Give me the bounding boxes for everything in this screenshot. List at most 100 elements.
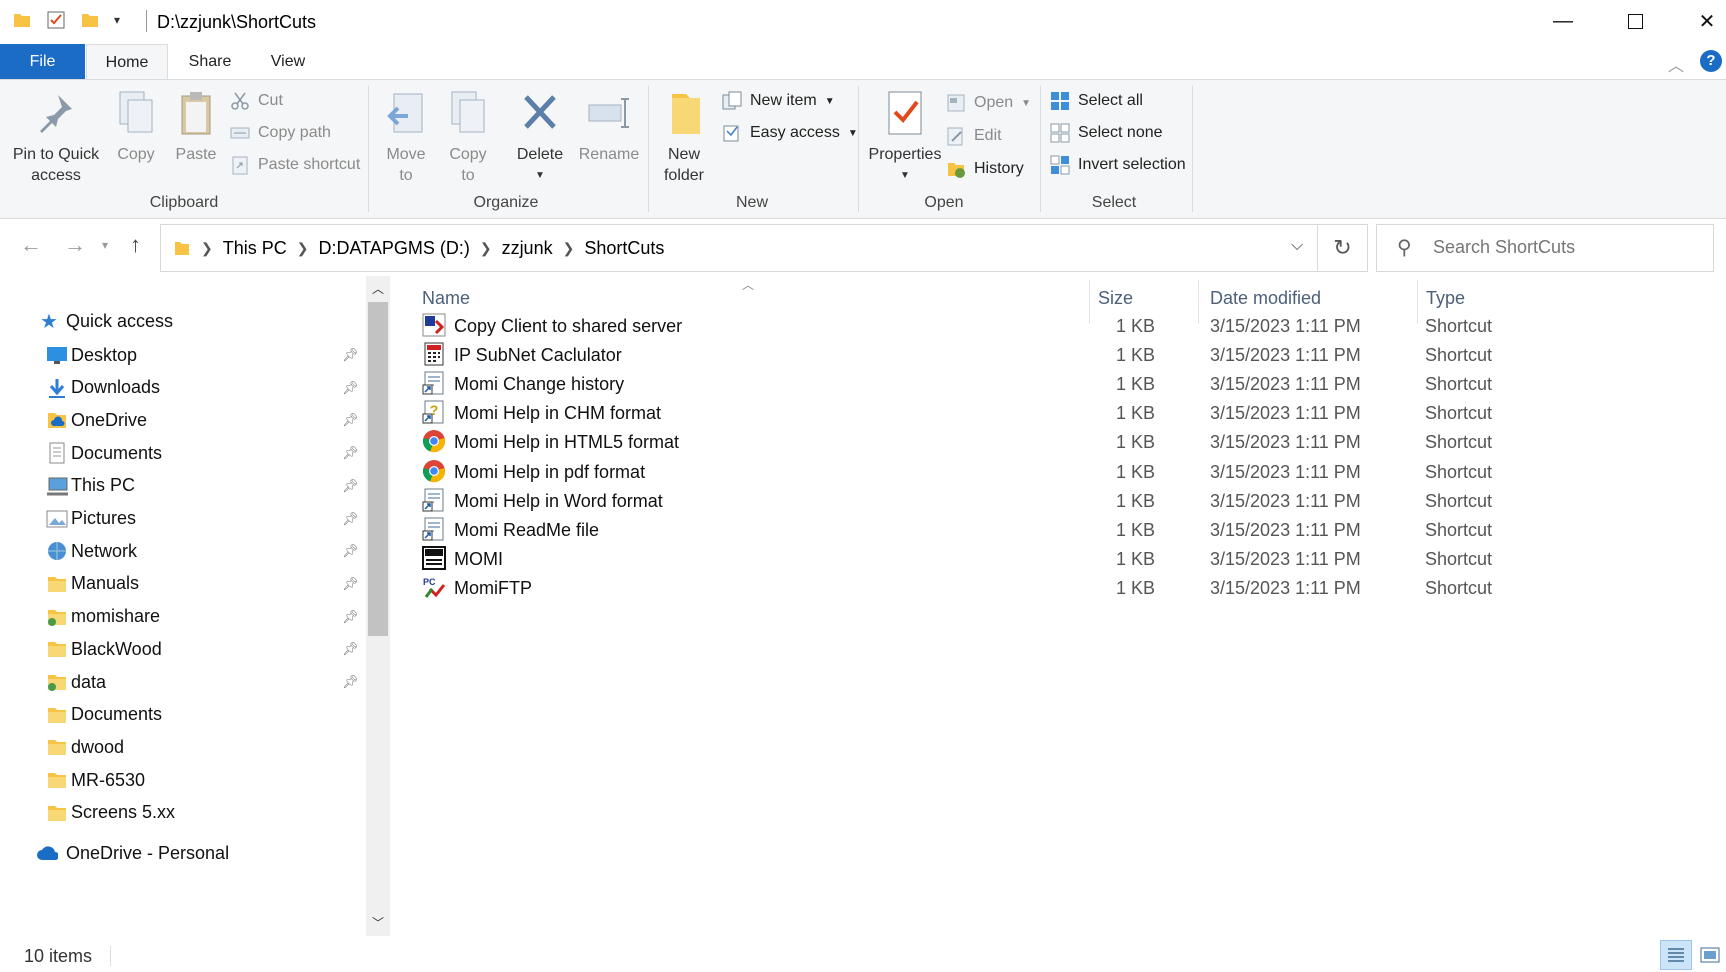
file-row[interactable]: ? Momi Help in CHM format 1 KB 3/15/2023 1:… <box>422 397 1702 429</box>
new-item-button[interactable]: New item ▼ <box>722 88 835 114</box>
search-box[interactable]: ⚲ <box>1376 224 1714 272</box>
chevron-right-icon[interactable]: ❯ <box>480 240 492 257</box>
copy-to-button[interactable]: Copy to <box>440 88 496 186</box>
column-header-date[interactable]: Date modified <box>1210 288 1321 309</box>
organize-group-label: Organize <box>473 194 539 211</box>
chevron-right-icon[interactable]: ❯ <box>201 240 213 257</box>
pin-to-quick-access-button[interactable]: Pin to Quick access <box>8 88 104 186</box>
copy-path-button[interactable]: Copy path <box>230 120 331 146</box>
file-row[interactable]: Momi Help in Word format 1 KB 3/15/2023 1:… <box>422 485 1702 517</box>
maximize-button[interactable] <box>1599 0 1671 42</box>
file-size: 1 KB <box>1115 403 1155 424</box>
column-header-type[interactable]: Type <box>1426 288 1465 309</box>
chrome-icon <box>422 429 446 453</box>
nav-item-manuals[interactable]: Manuals 📌︎ <box>0 567 365 601</box>
search-input[interactable] <box>1433 237 1703 258</box>
nav-item-screens-5-xx[interactable]: Screens 5.xx <box>0 796 365 830</box>
file-row[interactable]: Copy Client to shared server 1 KB 3/15/202… <box>422 310 1702 342</box>
file-size: 1 KB <box>1115 345 1155 366</box>
move-to-button[interactable]: Move to <box>378 88 434 186</box>
breadcrumb-this-pc[interactable]: This PC <box>223 238 287 259</box>
details-view-button[interactable] <box>1660 940 1692 970</box>
open-group-label: Open <box>924 194 964 211</box>
tab-share[interactable]: Share <box>180 44 240 80</box>
chm-help-icon: ? <box>422 400 446 424</box>
tab-view[interactable]: View <box>260 44 316 80</box>
nav-item-desktop[interactable]: Desktop 📌︎ <box>0 338 365 372</box>
nav-item-network[interactable]: Network 📌︎ <box>0 534 365 568</box>
file-row[interactable]: IP SubNet Caclulator 1 KB 3/15/2023 1:11 P… <box>422 339 1702 371</box>
file-row[interactable]: Momi Help in HTML5 format 1 KB 3/15/2023 1… <box>422 426 1702 458</box>
nav-scrollbar-thumb[interactable] <box>368 302 388 636</box>
refresh-button[interactable]: ↻ <box>1317 224 1368 272</box>
forward-arrow-icon[interactable]: → <box>64 232 86 258</box>
file-size: 1 KB <box>1115 374 1155 395</box>
nav-item-onedrive[interactable]: OneDrive 📌︎ <box>0 403 365 437</box>
file-row[interactable]: MOMI 1 KB 3/15/2023 1:11 PM Shortcut <box>422 543 1702 575</box>
new-folder-icon[interactable] <box>80 10 100 30</box>
nav-label: Manuals <box>71 573 140 594</box>
address-bar[interactable]: ❯ This PC ❯ D:DATAPGMS (D:) ❯ zzjunk ❯ S… <box>160 224 1368 272</box>
close-button[interactable]: ✕ <box>1671 0 1726 42</box>
nav-item-data[interactable]: data 📌︎ <box>0 665 365 699</box>
tab-home[interactable]: Home <box>86 44 168 80</box>
file-row[interactable]: PC MomiFTP 1 KB 3/15/2023 1:11 PM Shortcut <box>422 572 1702 604</box>
nav-item-documents[interactable]: Documents 📌︎ <box>0 436 365 470</box>
new-folder-button[interactable]: New folder <box>656 88 712 186</box>
minimize-button[interactable]: — <box>1527 0 1599 42</box>
column-header-size[interactable]: Size <box>1098 288 1133 309</box>
history-button[interactable]: History <box>946 156 1024 182</box>
invert-selection-button[interactable]: Invert selection <box>1050 152 1186 178</box>
nav-item-downloads[interactable]: Downloads 📌︎ <box>0 371 365 405</box>
pinned-icon: 📌︎ <box>342 608 359 624</box>
paste-button[interactable]: Paste <box>168 88 224 165</box>
nav-item-blackwood[interactable]: BlackWood 📌︎ <box>0 632 365 666</box>
collapse-ribbon-icon[interactable]: ︿ <box>1668 52 1684 76</box>
nav-onedrive-personal[interactable]: OneDrive - Personal <box>0 836 365 870</box>
file-row[interactable]: Momi ReadMe file 1 KB 3/15/2023 1:11 PM Sho… <box>422 514 1702 546</box>
cut-button[interactable]: Cut <box>230 88 283 114</box>
nav-item-pictures[interactable]: Pictures 📌︎ <box>0 502 365 536</box>
paste-shortcut-button[interactable]: Paste shortcut <box>230 152 360 178</box>
chevron-right-icon[interactable]: ❯ <box>563 240 575 257</box>
open-button[interactable]: Open ▼ <box>946 90 1031 116</box>
qat-dropdown-icon[interactable]: ▾ <box>114 13 120 27</box>
scroll-up-icon[interactable]: ︿ <box>372 280 384 297</box>
select-all-button[interactable]: Select all <box>1050 88 1143 114</box>
up-arrow-icon[interactable]: ↑ <box>130 232 141 258</box>
address-dropdown-icon[interactable]: ⌵ <box>1291 237 1303 255</box>
column-header-name[interactable]: Name <box>422 288 470 309</box>
help-icon[interactable]: ? <box>1700 50 1722 72</box>
properties-check-icon[interactable] <box>46 10 66 30</box>
tab-file[interactable]: File <box>0 44 85 80</box>
recent-locations-icon[interactable]: ▾ <box>102 238 108 252</box>
nav-item-this-pc[interactable]: This PC 📌︎ <box>0 469 365 503</box>
edit-button[interactable]: Edit <box>946 123 1002 149</box>
back-arrow-icon[interactable]: ← <box>20 232 42 258</box>
scroll-down-icon[interactable]: ﹀ <box>372 914 384 931</box>
delete-button[interactable]: Delete ▼ <box>512 88 568 186</box>
chevron-right-icon[interactable]: ❯ <box>297 240 309 257</box>
nav-item-dwood[interactable]: dwood <box>0 730 365 764</box>
breadcrumb-shortcuts[interactable]: ShortCuts <box>584 238 664 259</box>
momi-app-icon <box>422 545 446 570</box>
properties-button[interactable]: Properties ▼ <box>864 88 946 186</box>
easy-access-button[interactable]: Easy access ▼ <box>722 120 858 146</box>
nav-quick-access[interactable]: ★ Quick access <box>0 304 365 338</box>
nav-item-momishare[interactable]: momishare 📌︎ <box>0 600 365 634</box>
delete-dropdown-icon: ▼ <box>535 170 545 181</box>
nav-item-mr-6530[interactable]: MR-6530 <box>0 763 365 797</box>
breadcrumb-drive[interactable]: D:DATAPGMS (D:) <box>318 238 469 259</box>
nav-label: data <box>71 671 107 692</box>
select-none-button[interactable]: Select none <box>1050 120 1163 146</box>
file-row[interactable]: Momi Help in pdf format 1 KB 3/15/2023 1:1… <box>422 456 1702 488</box>
nav-item-documents[interactable]: Documents <box>0 698 365 732</box>
network-icon <box>46 540 68 562</box>
rename-button[interactable]: Rename <box>576 88 642 165</box>
breadcrumb-zzjunk[interactable]: zzjunk <box>502 238 553 259</box>
file-row[interactable]: Momi Change history 1 KB 3/15/2023 1:11 PM… <box>422 368 1702 400</box>
large-icons-view-button[interactable] <box>1696 940 1724 970</box>
pinned-icon: 📌︎ <box>342 412 359 428</box>
copy-button[interactable]: Copy <box>108 88 164 165</box>
nav-label: Pictures <box>71 508 137 528</box>
